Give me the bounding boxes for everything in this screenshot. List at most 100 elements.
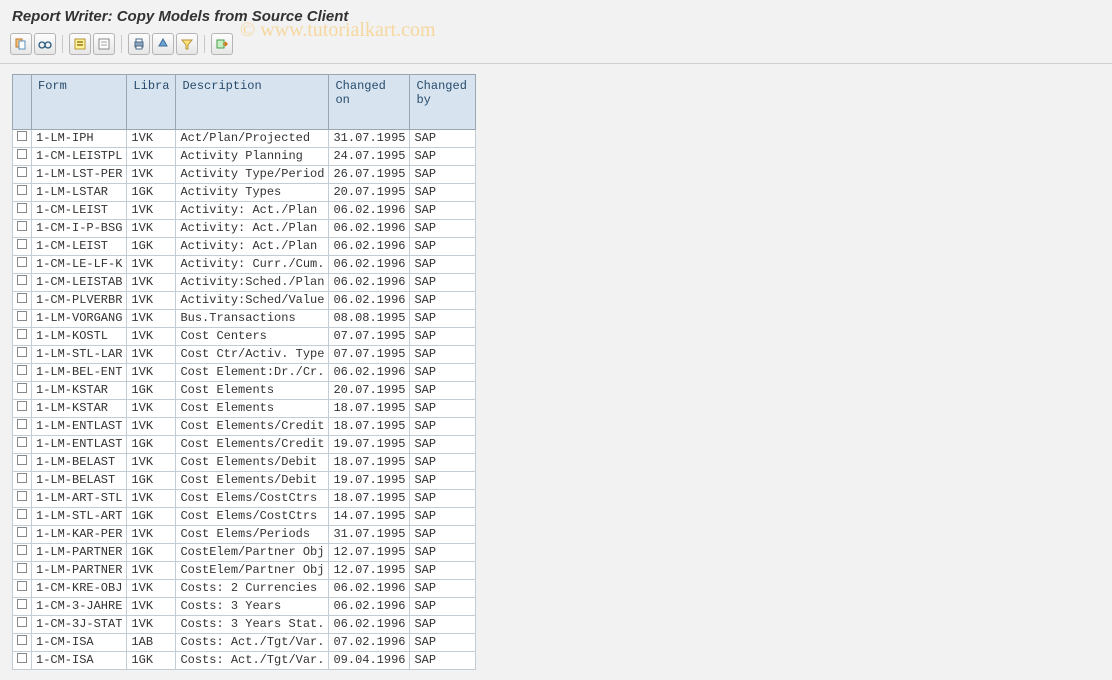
row-checkbox[interactable] bbox=[13, 238, 32, 256]
row-checkbox[interactable] bbox=[13, 400, 32, 418]
table-row[interactable]: 1-CM-LEIST1GKActivity: Act./Plan06.02.19… bbox=[13, 238, 476, 256]
row-checkbox[interactable] bbox=[13, 328, 32, 346]
row-checkbox[interactable] bbox=[13, 364, 32, 382]
row-checkbox[interactable] bbox=[13, 310, 32, 328]
table-row[interactable]: 1-LM-LST-PER1VKActivity Type/Period26.07… bbox=[13, 166, 476, 184]
table-row[interactable]: 1-CM-KRE-OBJ1VKCosts: 2 Currencies06.02.… bbox=[13, 580, 476, 598]
row-checkbox[interactable] bbox=[13, 382, 32, 400]
row-checkbox[interactable] bbox=[13, 256, 32, 274]
cell-changed-on: 24.07.1995 bbox=[329, 148, 410, 166]
filter-icon[interactable] bbox=[176, 33, 198, 55]
cell-description: CostElem/Partner Obj bbox=[176, 544, 329, 562]
table-row[interactable]: 1-CM-ISA1GKCosts: Act./Tgt/Var.09.04.199… bbox=[13, 652, 476, 670]
table-row[interactable]: 1-CM-3J-STAT1VKCosts: 3 Years Stat.06.02… bbox=[13, 616, 476, 634]
deselect-all-icon[interactable] bbox=[93, 33, 115, 55]
cell-changed-on: 07.07.1995 bbox=[329, 346, 410, 364]
row-checkbox[interactable] bbox=[13, 166, 32, 184]
table-row[interactable]: 1-CM-LEISTPL1VKActivity Planning24.07.19… bbox=[13, 148, 476, 166]
row-checkbox[interactable] bbox=[13, 346, 32, 364]
table-row[interactable]: 1-LM-KAR-PER1VKCost Elems/Periods31.07.1… bbox=[13, 526, 476, 544]
cell-form: 1-CM-LE-LF-K bbox=[32, 256, 127, 274]
table-row[interactable]: 1-LM-IPH1VKAct/Plan/Projected31.07.1995S… bbox=[13, 130, 476, 148]
row-checkbox[interactable] bbox=[13, 148, 32, 166]
table-row[interactable]: 1-LM-BELAST1GKCost Elements/Debit19.07.1… bbox=[13, 472, 476, 490]
cell-changed-by: SAP bbox=[410, 616, 476, 634]
cell-form: 1-LM-VORGANG bbox=[32, 310, 127, 328]
row-checkbox[interactable] bbox=[13, 616, 32, 634]
table-row[interactable]: 1-CM-PLVERBR1VKActivity:Sched/Value06.02… bbox=[13, 292, 476, 310]
row-checkbox[interactable] bbox=[13, 652, 32, 670]
cell-changed-by: SAP bbox=[410, 634, 476, 652]
col-form[interactable]: Form bbox=[32, 75, 127, 130]
col-description[interactable]: Description bbox=[176, 75, 329, 130]
table-row[interactable]: 1-LM-STL-ART1GKCost Elems/CostCtrs14.07.… bbox=[13, 508, 476, 526]
cell-changed-on: 12.07.1995 bbox=[329, 544, 410, 562]
row-checkbox[interactable] bbox=[13, 544, 32, 562]
separator bbox=[121, 35, 122, 53]
export-icon[interactable] bbox=[211, 33, 233, 55]
table-row[interactable]: 1-LM-KSTAR1VKCost Elements18.07.1995SAP bbox=[13, 400, 476, 418]
row-checkbox[interactable] bbox=[13, 580, 32, 598]
row-checkbox[interactable] bbox=[13, 220, 32, 238]
sort-asc-icon[interactable] bbox=[152, 33, 174, 55]
table-row[interactable]: 1-LM-ENTLAST1VKCost Elements/Credit18.07… bbox=[13, 418, 476, 436]
glasses-icon[interactable] bbox=[34, 33, 56, 55]
col-changed-on[interactable]: Changed on bbox=[329, 75, 410, 130]
title-bar: Report Writer: Copy Models from Source C… bbox=[0, 0, 1112, 29]
table-row[interactable]: 1-CM-I-P-BSG1VKActivity: Act./Plan06.02.… bbox=[13, 220, 476, 238]
table-row[interactable]: 1-CM-LE-LF-K1VKActivity: Curr./Cum.06.02… bbox=[13, 256, 476, 274]
col-changed-by[interactable]: Changed by bbox=[410, 75, 476, 130]
cell-form: 1-LM-PARTNER bbox=[32, 562, 127, 580]
row-checkbox[interactable] bbox=[13, 436, 32, 454]
print-icon[interactable] bbox=[128, 33, 150, 55]
cell-changed-on: 18.07.1995 bbox=[329, 400, 410, 418]
cell-form: 1-LM-BEL-ENT bbox=[32, 364, 127, 382]
table-row[interactable]: 1-LM-VORGANG1VKBus.Transactions08.08.199… bbox=[13, 310, 476, 328]
table-row[interactable]: 1-LM-KSTAR1GKCost Elements20.07.1995SAP bbox=[13, 382, 476, 400]
cell-form: 1-CM-ISA bbox=[32, 652, 127, 670]
table-row[interactable]: 1-LM-LSTAR1GKActivity Types20.07.1995SAP bbox=[13, 184, 476, 202]
cell-libra: 1GK bbox=[127, 382, 176, 400]
cell-changed-by: SAP bbox=[410, 310, 476, 328]
table-row[interactable]: 1-CM-LEISTAB1VKActivity:Sched./Plan06.02… bbox=[13, 274, 476, 292]
row-checkbox[interactable] bbox=[13, 418, 32, 436]
table-row[interactable]: 1-LM-PARTNER1GKCostElem/Partner Obj12.07… bbox=[13, 544, 476, 562]
table-row[interactable]: 1-CM-LEIST1VKActivity: Act./Plan06.02.19… bbox=[13, 202, 476, 220]
table-row[interactable]: 1-LM-ART-STL1VKCost Elems/CostCtrs18.07.… bbox=[13, 490, 476, 508]
row-checkbox[interactable] bbox=[13, 472, 32, 490]
cell-description: Cost Elements/Credit bbox=[176, 418, 329, 436]
col-libra[interactable]: Libra bbox=[127, 75, 176, 130]
table-row[interactable]: 1-LM-BELAST1VKCost Elements/Debit18.07.1… bbox=[13, 454, 476, 472]
row-checkbox[interactable] bbox=[13, 202, 32, 220]
row-checkbox[interactable] bbox=[13, 508, 32, 526]
select-all-icon[interactable] bbox=[69, 33, 91, 55]
cell-changed-on: 19.07.1995 bbox=[329, 436, 410, 454]
row-checkbox[interactable] bbox=[13, 526, 32, 544]
cell-description: Cost Elems/Periods bbox=[176, 526, 329, 544]
table-row[interactable]: 1-CM-3-JAHRE1VKCosts: 3 Years06.02.1996S… bbox=[13, 598, 476, 616]
table-row[interactable]: 1-LM-ENTLAST1GKCost Elements/Credit19.07… bbox=[13, 436, 476, 454]
row-checkbox[interactable] bbox=[13, 184, 32, 202]
cell-description: Costs: 3 Years bbox=[176, 598, 329, 616]
cell-changed-by: SAP bbox=[410, 418, 476, 436]
table-row[interactable]: 1-CM-ISA1ABCosts: Act./Tgt/Var.07.02.199… bbox=[13, 634, 476, 652]
copy-object-icon[interactable] bbox=[10, 33, 32, 55]
cell-changed-by: SAP bbox=[410, 274, 476, 292]
table-row[interactable]: 1-LM-BEL-ENT1VKCost Element:Dr./Cr.06.02… bbox=[13, 364, 476, 382]
row-checkbox[interactable] bbox=[13, 634, 32, 652]
cell-form: 1-LM-KAR-PER bbox=[32, 526, 127, 544]
row-checkbox[interactable] bbox=[13, 130, 32, 148]
row-checkbox[interactable] bbox=[13, 598, 32, 616]
table-row[interactable]: 1-LM-STL-LAR1VKCost Ctr/Activ. Type07.07… bbox=[13, 346, 476, 364]
row-checkbox[interactable] bbox=[13, 562, 32, 580]
cell-form: 1-LM-BELAST bbox=[32, 454, 127, 472]
cell-changed-on: 06.02.1996 bbox=[329, 256, 410, 274]
col-select[interactable] bbox=[13, 75, 32, 130]
table-row[interactable]: 1-LM-KOSTL1VKCost Centers07.07.1995SAP bbox=[13, 328, 476, 346]
table-row[interactable]: 1-LM-PARTNER1VKCostElem/Partner Obj12.07… bbox=[13, 562, 476, 580]
cell-form: 1-LM-LST-PER bbox=[32, 166, 127, 184]
row-checkbox[interactable] bbox=[13, 292, 32, 310]
row-checkbox[interactable] bbox=[13, 274, 32, 292]
row-checkbox[interactable] bbox=[13, 490, 32, 508]
row-checkbox[interactable] bbox=[13, 454, 32, 472]
